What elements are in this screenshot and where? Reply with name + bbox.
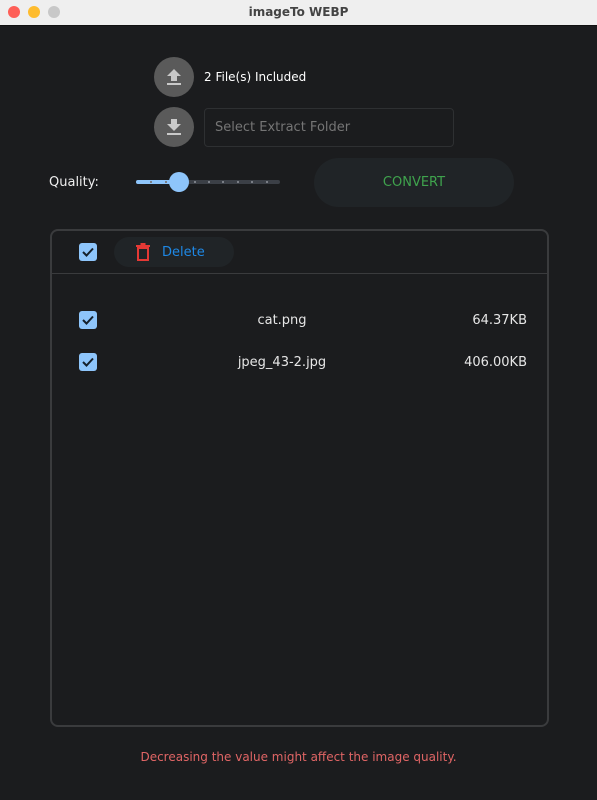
quality-warning: Decreasing the value might affect the im… [140,750,457,764]
file-size: 406.00KB [464,355,527,370]
delete-button[interactable]: Delete [114,237,234,267]
check-icon [82,247,94,257]
slider-tick [222,181,225,183]
upload-icon [167,69,181,85]
quality-slider[interactable] [136,170,280,194]
file-list-panel: Delete cat.png 64.37KB jpeg_43-2.jpg 406… [50,229,549,727]
file-list-header: Delete [52,231,547,274]
check-icon [82,357,94,367]
files-included-status: 2 File(s) Included [204,70,307,84]
file-checkbox[interactable] [79,353,97,371]
slider-tick [193,181,196,183]
download-button[interactable] [154,107,194,147]
select-all-checkbox[interactable] [79,243,97,261]
file-name: jpeg_43-2.jpg [237,355,327,370]
slider-tick [265,181,268,183]
slider-tick [251,181,254,183]
file-checkbox[interactable] [79,311,97,329]
title-bar: imageTo WEBP [0,0,597,26]
check-icon [82,315,94,325]
convert-button[interactable]: CONVERT [314,158,514,207]
extract-folder-input[interactable] [204,108,454,147]
file-row[interactable]: cat.png 64.37KB [52,311,547,331]
upload-button[interactable] [154,57,194,97]
quality-label: Quality: [49,175,99,190]
download-icon [167,119,181,135]
slider-thumb[interactable] [169,172,190,192]
file-size: 64.37KB [472,313,527,328]
file-row[interactable]: jpeg_43-2.jpg 406.00KB [52,353,547,373]
slider-tick [236,181,239,183]
delete-label: Delete [162,244,205,260]
slider-tick [164,181,167,183]
file-name: cat.png [257,313,307,328]
slider-tick [208,181,210,183]
slider-tick [150,181,153,183]
trash-icon [136,243,150,261]
window-title: imageTo WEBP [248,5,349,19]
